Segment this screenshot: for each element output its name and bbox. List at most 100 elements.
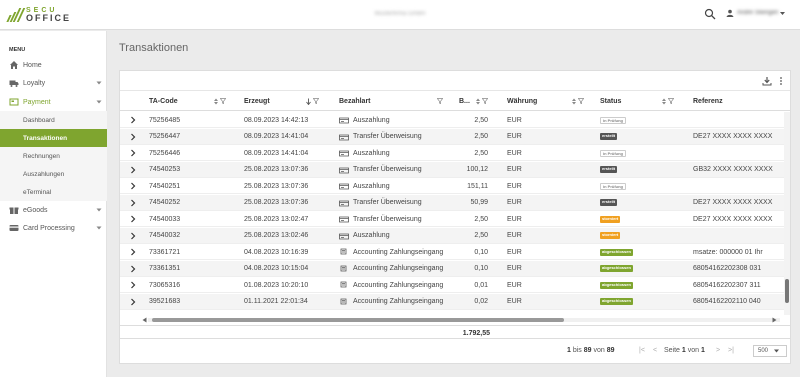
column-header-erzeugt[interactable]: Erzeugt [244, 92, 270, 111]
cell-bezahlart: Auszahlung [339, 228, 454, 244]
cell-ta-code-text: 74540253 [149, 166, 181, 173]
column-header-betrag[interactable]: B... [459, 92, 470, 111]
table-header: TA-Code Erzeugt Bezahlart B... Währung S… [120, 92, 790, 111]
sort-icon[interactable] [572, 98, 576, 105]
column-header-waehrung[interactable]: Währung [507, 92, 537, 111]
cell-erzeugt-text: 08.09.2023 14:41:04 [244, 133, 309, 140]
secu-office-logo[interactable]: SECU OFFICE [6, 5, 71, 25]
chevron-right-icon[interactable] [129, 199, 137, 207]
chevron-right-icon[interactable] [129, 166, 137, 174]
column-header-label: B... [459, 98, 470, 105]
vertical-scrollbar[interactable] [784, 112, 790, 315]
accounting-icon [340, 248, 347, 255]
column-header-referenz[interactable]: Referenz [693, 92, 723, 111]
download-icon[interactable] [762, 76, 772, 86]
chevron-right-icon[interactable] [129, 281, 137, 289]
cell-referenz: GB32 XXXX XXXX XXXX [693, 162, 783, 178]
table-row[interactable]: 74540032 25.08.2023 13:02:46 Auszahlung 2,5… [120, 227, 790, 244]
cell-status: storniert [600, 228, 680, 244]
sidebar-subitem-auszahlungen[interactable]: Auszahlungen [0, 165, 107, 183]
cell-referenz [693, 228, 783, 244]
cell-erzeugt: 08.09.2023 14:41:04 [244, 145, 336, 161]
scrollbar-thumb[interactable] [785, 279, 789, 303]
chevron-right-icon[interactable] [129, 149, 137, 157]
prev-page-icon[interactable]: < [651, 347, 659, 355]
column-header-ta-code[interactable]: TA-Code [149, 92, 178, 111]
first-page-icon[interactable]: |< [638, 347, 646, 355]
chevron-right-icon[interactable] [129, 215, 137, 223]
table-row[interactable]: 73361351 04.08.2023 10:15:04 Accounting Za… [120, 260, 790, 277]
sidebar-subitem-eterminal[interactable]: eTerminal [0, 183, 107, 201]
table-row[interactable]: 75256485 08.09.2023 14:42:13 Auszahlung 2,5… [120, 112, 790, 128]
cell-ta-code-text: 74540033 [149, 215, 181, 223]
sidebar-subitem-dashboard[interactable]: Dashboard [0, 111, 107, 129]
cell-betrag: 151,11 [440, 178, 488, 194]
sidebar-item-payment[interactable]: Payment [0, 93, 107, 111]
sidebar-item-home[interactable]: Home [0, 56, 107, 74]
horizontal-scrollbar[interactable] [140, 316, 790, 324]
scroll-left-icon[interactable] [142, 317, 147, 323]
filter-icon[interactable] [578, 98, 584, 104]
cell-waehrung-text: EUR [507, 199, 522, 206]
last-page-icon[interactable]: >| [727, 347, 735, 355]
table-row[interactable]: 73065316 01.08.2023 10:20:10 Accounting Za… [120, 277, 790, 293]
table-row[interactable]: 75256446 08.09.2023 14:41:04 Auszahlung 2,5… [120, 145, 790, 161]
cell-waehrung-text: EUR [507, 298, 522, 305]
sort-icon[interactable] [476, 98, 480, 105]
table-row[interactable]: 74540251 25.08.2023 13:07:36 Auszahlung 151… [120, 178, 790, 194]
cell-erzeugt: 08.09.2023 14:42:13 [244, 112, 336, 128]
filter-icon[interactable] [437, 98, 443, 104]
chevron-right-icon[interactable] [129, 232, 137, 240]
user-menu[interactable]: André Steingen [726, 9, 786, 17]
cell-erzeugt-text: 25.08.2023 13:07:36 [244, 199, 309, 206]
search-icon[interactable] [704, 8, 716, 20]
chevron-right-icon[interactable] [129, 182, 137, 190]
chevron-right-icon[interactable] [129, 298, 137, 306]
more-vertical-icon[interactable] [776, 76, 786, 86]
table-row[interactable]: 74540033 25.08.2023 13:02:47 Transfer Über… [120, 211, 790, 227]
filter-icon[interactable] [220, 98, 226, 104]
table-row[interactable]: 75256447 08.09.2023 14:41:04 Transfer Über… [120, 128, 790, 145]
table-row[interactable]: 74540252 25.08.2023 13:07:36 Transfer Über… [120, 194, 790, 211]
sidebar-item-egoods[interactable]: eGoods [0, 201, 107, 219]
filter-icon[interactable] [313, 98, 319, 104]
page-size-value: 500 [758, 348, 769, 354]
table-row[interactable]: 74540253 25.08.2023 13:07:36 Transfer Über… [120, 161, 790, 178]
caret-down-icon [774, 349, 780, 353]
scroll-right-icon[interactable] [772, 317, 777, 323]
column-header-controls [662, 92, 676, 111]
chevron-right-icon[interactable] [129, 116, 137, 124]
chevron-right-icon[interactable] [129, 265, 137, 273]
sidebar-item-loyalty[interactable]: Loyalty [0, 74, 107, 92]
cell-betrag: 0,10 [440, 244, 488, 260]
cell-waehrung: EUR [507, 162, 587, 178]
cell-ta-code-text: 74540251 [149, 182, 181, 190]
gift-icon [9, 207, 19, 214]
bank-transfer-icon [339, 167, 349, 173]
column-header-status[interactable]: Status [600, 92, 621, 111]
cell-bezahlart: Transfer Überweisung [339, 211, 454, 227]
cell-betrag-text: 0,10 [474, 265, 488, 272]
cell-waehrung-text: EUR [507, 281, 522, 289]
filter-icon[interactable] [668, 98, 674, 104]
sidebar-subitem-rechnungen[interactable]: Rechnungen [0, 147, 107, 165]
chevron-right-icon[interactable] [129, 133, 137, 141]
next-page-icon[interactable]: > [714, 347, 722, 355]
sort-icon[interactable] [214, 98, 218, 105]
cell-bezahlart: Auszahlung [339, 178, 454, 194]
cell-referenz: DE27 XXXX XXXX XXXX [693, 195, 783, 211]
sidebar-item-label: eGoods [23, 206, 48, 214]
table-row[interactable]: 39521683 01.11.2021 22:01:34 Accounting Za… [120, 293, 790, 310]
status-badge: storniert [600, 215, 621, 223]
table-row[interactable]: 73361721 04.08.2023 10:16:39 Accounting Za… [120, 244, 790, 260]
cell-ta-code-text: 39521683 [149, 298, 181, 305]
sidebar-subitem-transaktionen[interactable]: Transaktionen [0, 129, 107, 147]
sort-icon[interactable] [662, 98, 666, 105]
column-header-bezahlart[interactable]: Bezahlart [339, 92, 371, 111]
page-size-select[interactable]: 500 [753, 345, 787, 357]
chevron-right-icon[interactable] [129, 248, 137, 256]
filter-icon[interactable] [482, 98, 488, 104]
sort-desc-icon[interactable] [306, 98, 311, 105]
sidebar-item-card-processing[interactable]: Card Processing [0, 219, 107, 237]
scrollbar-thumb[interactable] [152, 318, 564, 322]
